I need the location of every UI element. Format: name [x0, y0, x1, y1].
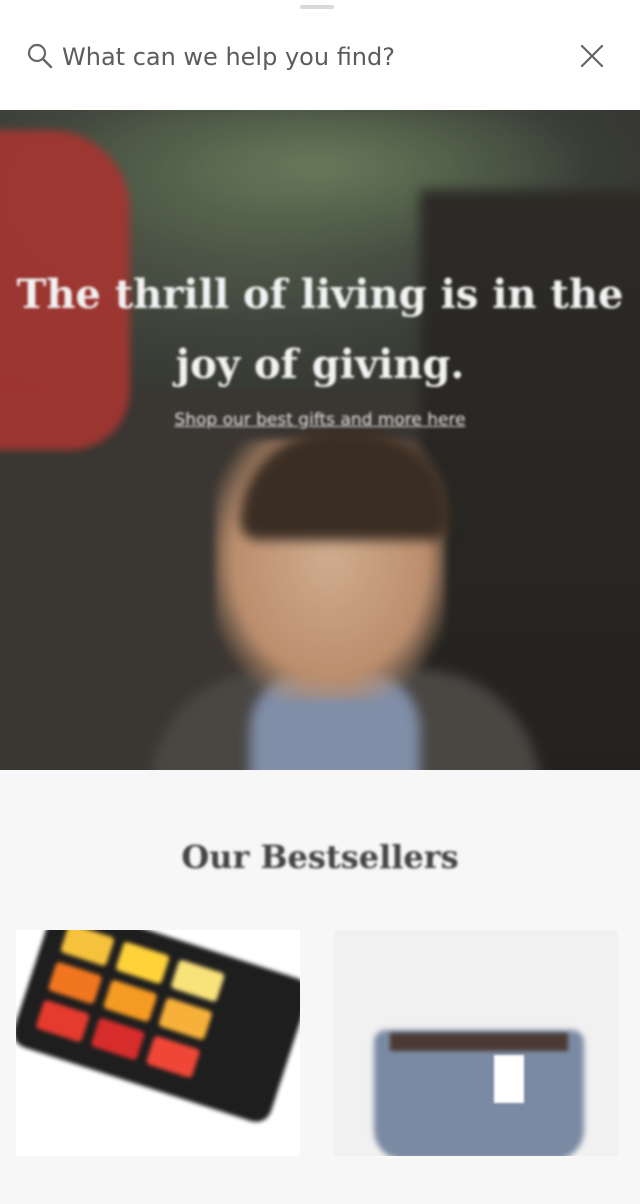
search-icon	[27, 43, 53, 69]
product-card-watercolor-palette[interactable]	[16, 930, 300, 1156]
watercolor-palette-image	[16, 930, 300, 1127]
bestsellers-title: Our Bestsellers	[181, 838, 459, 876]
hero-overlay	[0, 110, 640, 770]
search-bar	[0, 0, 640, 110]
hero-banner[interactable]: The thrill of living is in the joy of gi…	[0, 110, 640, 770]
product-card-printed-shorts[interactable]	[334, 930, 618, 1156]
search-input[interactable]	[62, 36, 542, 78]
close-icon[interactable]	[574, 38, 610, 74]
hero-title: The thrill of living is in the joy of gi…	[16, 271, 624, 388]
shorts-tag	[494, 1055, 524, 1103]
shorts-waistband	[390, 1033, 568, 1051]
drag-handle[interactable]	[300, 5, 334, 9]
hero-link[interactable]: Shop our best gifts and more here	[0, 410, 640, 430]
